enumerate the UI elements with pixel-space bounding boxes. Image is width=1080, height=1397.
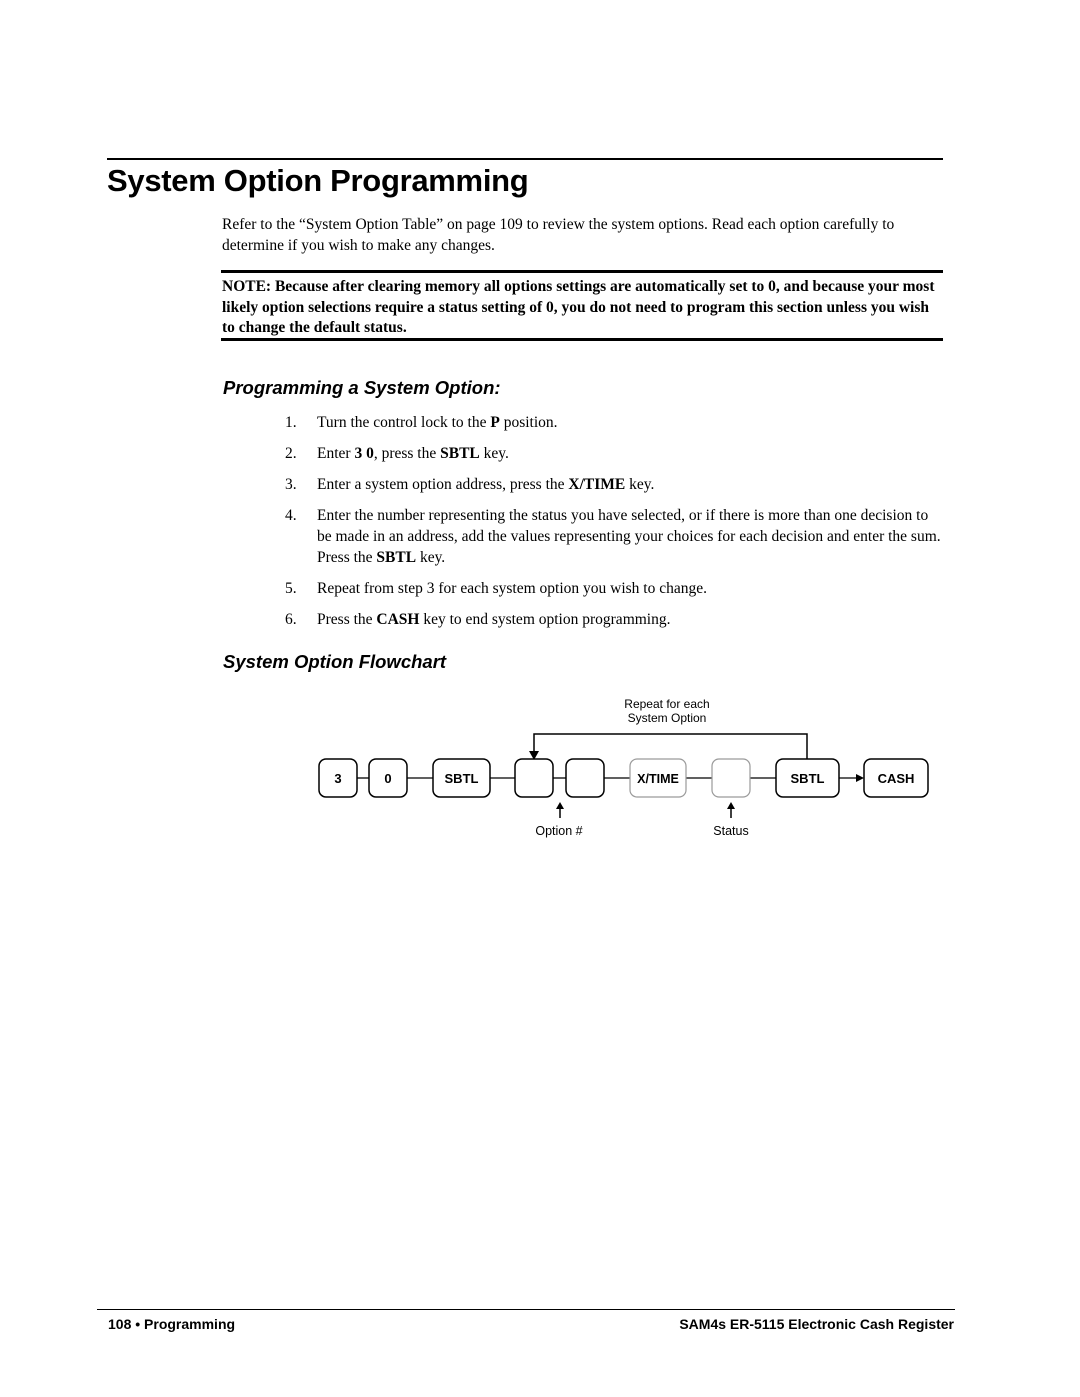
step-text: key.	[416, 549, 446, 566]
system-option-flowchart: Repeat for each System Option 3 0 SBTL X…	[318, 697, 929, 838]
step-text: Enter	[317, 445, 355, 462]
footer-page-section: 108 • Programming	[108, 1316, 236, 1332]
step-item: 3. Enter a system option address, press t…	[285, 474, 945, 495]
step-item: 4. Enter the number representing the stat…	[285, 505, 945, 568]
svg-text:CASH: CASH	[878, 771, 915, 786]
step-number: 4.	[285, 507, 297, 524]
svg-text:0: 0	[384, 771, 391, 786]
repeat-label-line2: System Option	[628, 711, 707, 725]
repeat-label-line1: Repeat for each	[624, 697, 709, 711]
status-pointer-arrow-icon	[727, 802, 735, 818]
note-top-rule	[221, 270, 943, 273]
key-status-value	[711, 758, 751, 798]
section-heading-programming: Programming a System Option:	[223, 377, 501, 398]
step-text: key.	[479, 445, 509, 462]
step-number: 3.	[285, 476, 297, 493]
footer-product-name: SAM4s ER-5115 Electronic Cash Register	[679, 1316, 954, 1332]
step-item: 6. Press the CASH key to end system optio…	[285, 609, 945, 630]
step-item: 5. Repeat from step 3 for each system opt…	[285, 578, 945, 599]
key-sbtl-second: SBTL	[775, 758, 840, 798]
step-text: key to end system option programming.	[419, 611, 671, 628]
step-item: 1. Turn the control lock to the P positio…	[285, 412, 945, 433]
intro-paragraph: Refer to the “System Option Table” on pa…	[222, 216, 895, 254]
key-sbtl-first: SBTL	[432, 758, 491, 798]
key-option-digit-2	[565, 758, 605, 798]
svg-text:SBTL: SBTL	[791, 771, 825, 786]
key-name: SBTL	[376, 549, 417, 566]
repeat-loop-line	[533, 733, 808, 760]
key-cash: CASH	[863, 758, 929, 798]
steps-list: 1. Turn the control lock to the P positio…	[285, 412, 945, 640]
key-xtime: X/TIME	[629, 758, 687, 798]
note-paragraph: NOTE: Because after clearing memory all …	[222, 278, 935, 336]
step-number: 5.	[285, 580, 297, 597]
top-rule	[107, 158, 943, 160]
key-name: X/TIME	[568, 476, 626, 493]
key-3: 3	[318, 758, 358, 798]
status-label: Status	[713, 824, 748, 838]
step-text: Turn the control lock to the	[317, 414, 491, 431]
page-title: System Option Programming	[107, 163, 529, 198]
step-text: key.	[625, 476, 655, 493]
svg-text:X/TIME: X/TIME	[637, 772, 679, 786]
step-text: position.	[499, 414, 558, 431]
option-pointer-arrow-icon	[556, 802, 564, 818]
key-name: SBTL	[440, 445, 480, 462]
svg-text:SBTL: SBTL	[445, 771, 479, 786]
step-item: 2. Enter 3 0, press the SBTL key.	[285, 443, 945, 464]
step-text: Repeat from step 3 for each system optio…	[317, 580, 707, 597]
key-name: P	[490, 414, 500, 431]
footer-rule	[97, 1309, 955, 1310]
note-bottom-rule	[221, 338, 943, 341]
step-text: Enter a system option address, press the	[317, 476, 569, 493]
svg-text:3: 3	[334, 771, 341, 786]
step-text: Press the	[317, 611, 377, 628]
key-name: CASH	[376, 611, 420, 628]
key-0: 0	[368, 758, 408, 798]
step-text: , press the	[373, 445, 441, 462]
step-number: 2.	[285, 445, 297, 462]
option-number-label: Option #	[535, 824, 582, 838]
key-option-digit-1	[514, 758, 554, 798]
key-name: 3 0	[354, 445, 374, 462]
step-number: 1.	[285, 414, 297, 431]
step-number: 6.	[285, 611, 297, 628]
section-heading-flowchart: System Option Flowchart	[223, 651, 447, 672]
